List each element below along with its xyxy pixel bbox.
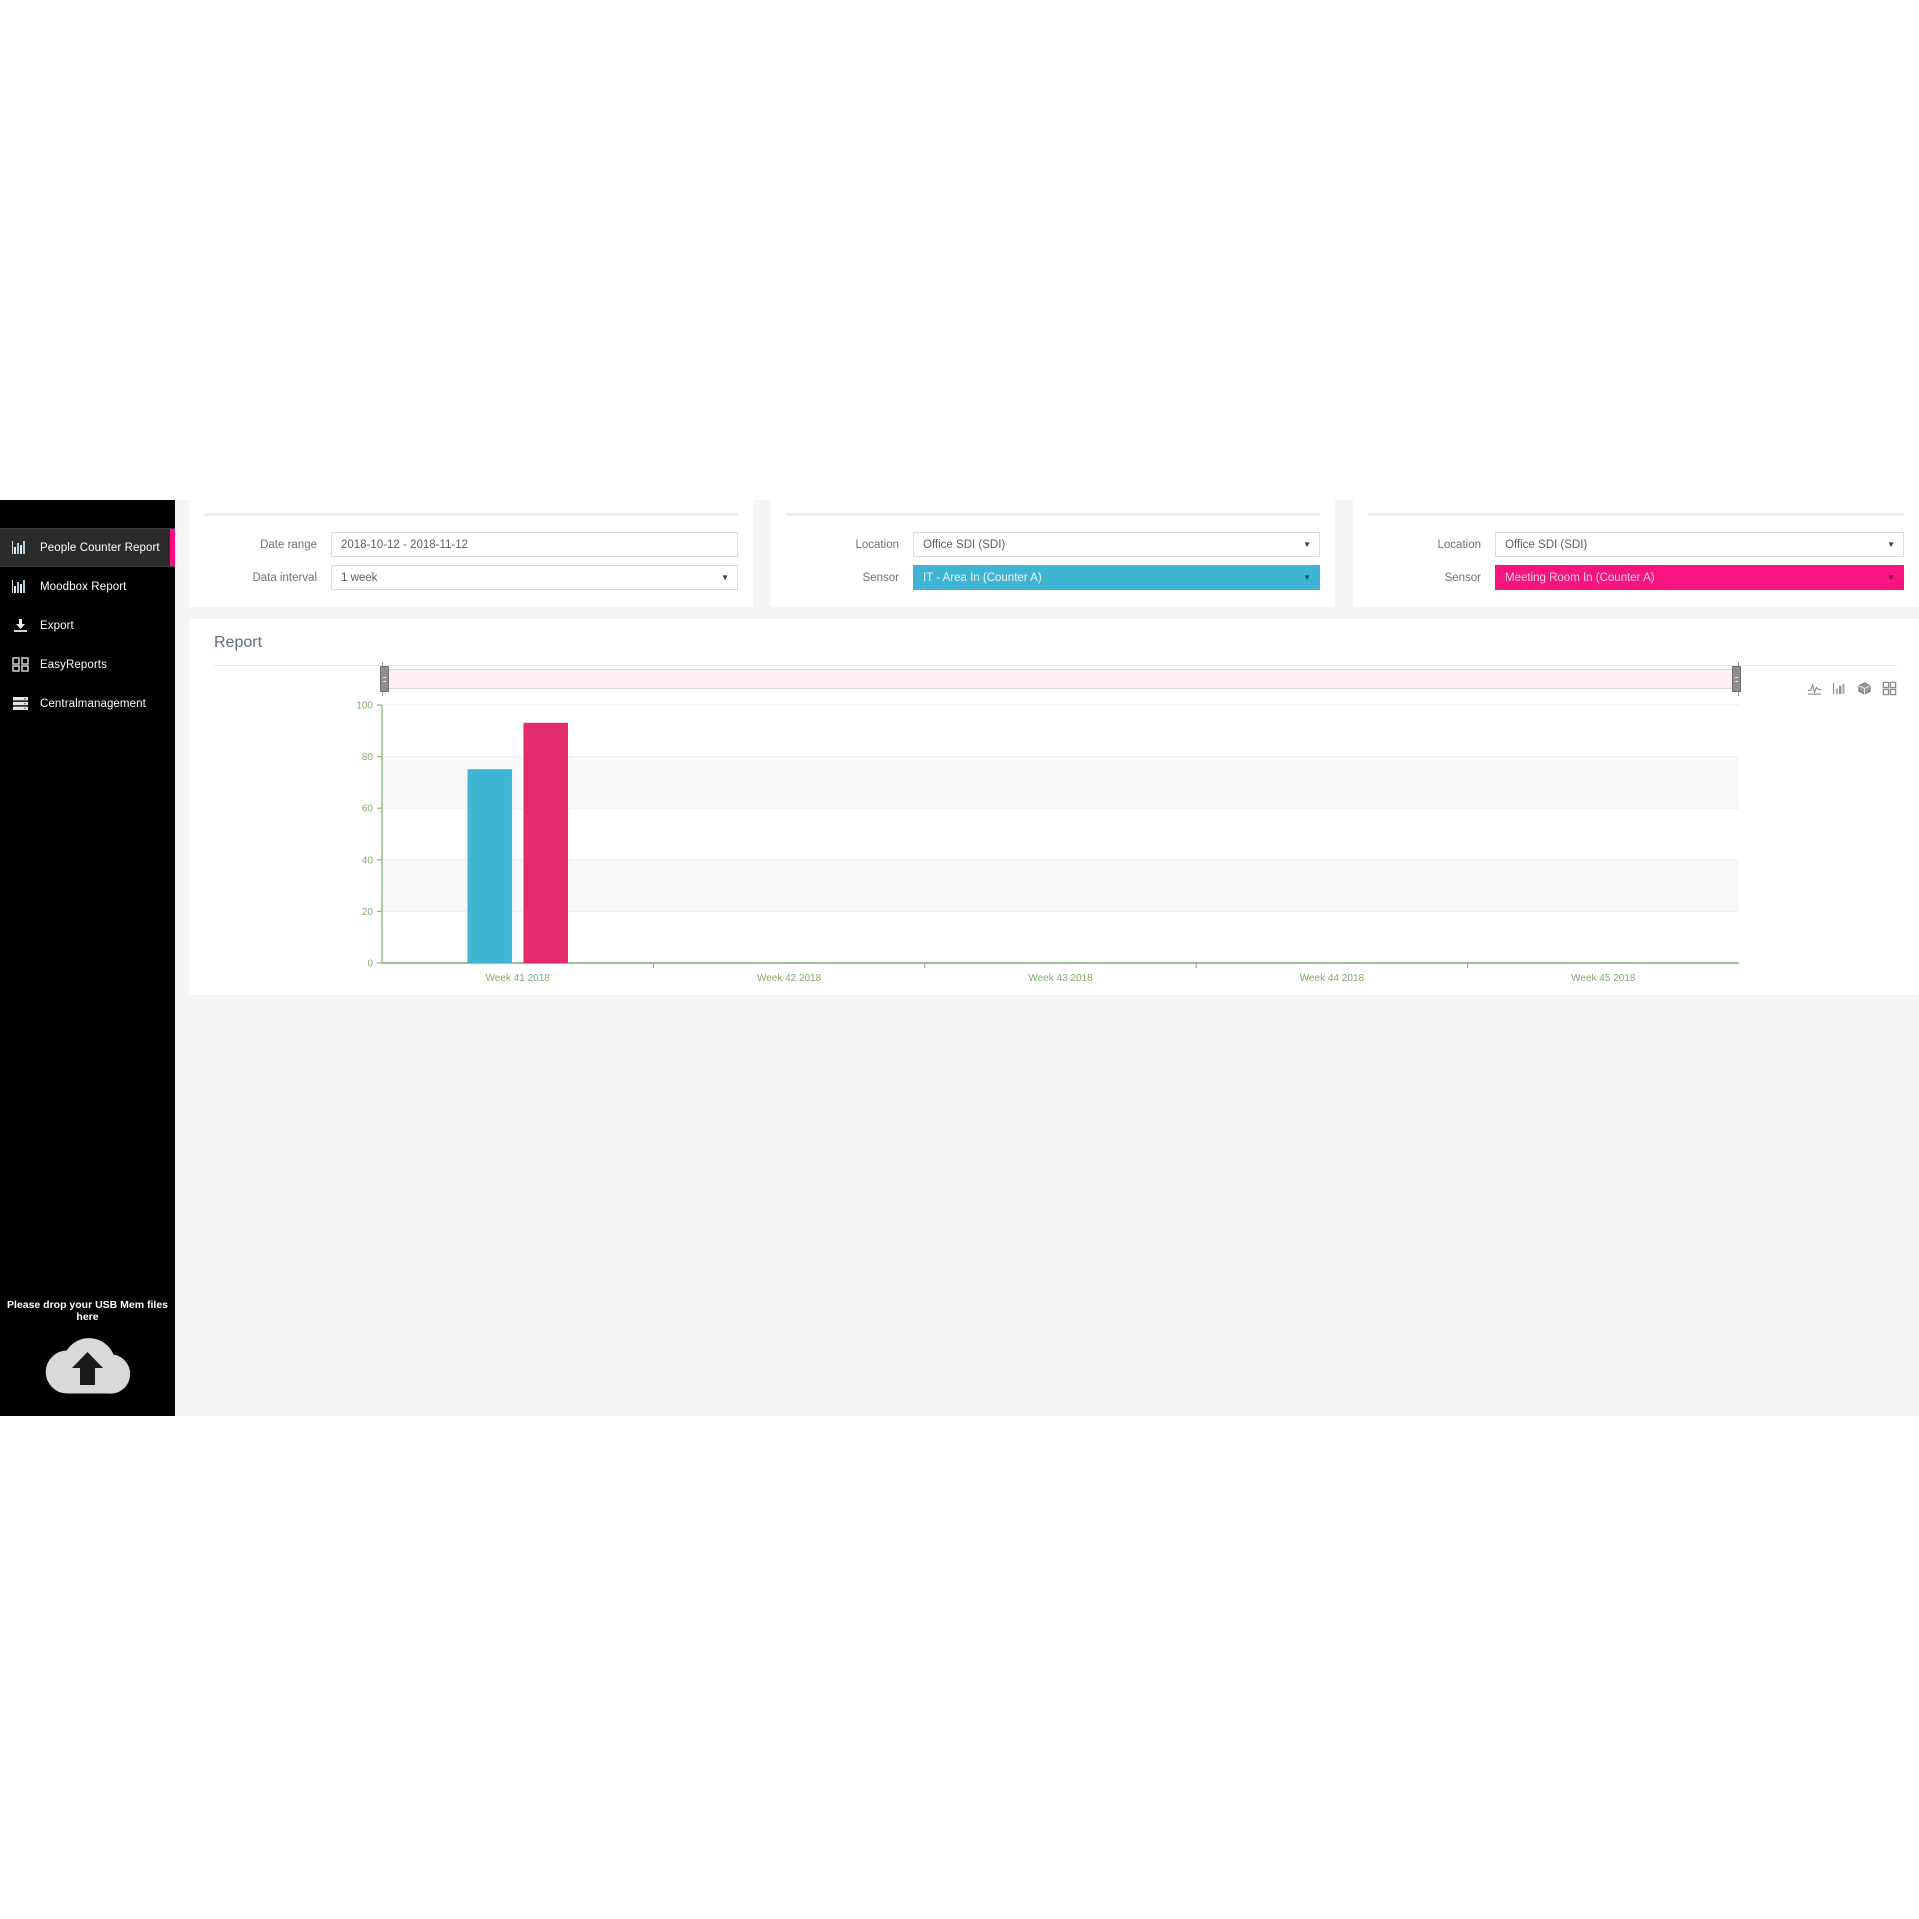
- sidebar-item-label: Centralmanagement: [40, 697, 146, 710]
- chart-bar[interactable]: [467, 769, 512, 964]
- sidebar-item-moodbox-report[interactable]: Moodbox Report: [0, 567, 175, 606]
- navigator-handle-right[interactable]: [1732, 666, 1741, 692]
- location-row-a: Location Office SDI (SDI) ▼: [786, 528, 1320, 561]
- x-axis-tick-label: Week 44 2018: [1300, 973, 1365, 984]
- sensor-row-b: Sensor Meeting Room In (Counter A) ▼: [1368, 561, 1904, 594]
- chart-bar[interactable]: [523, 722, 568, 964]
- sensor-select-b[interactable]: Meeting Room In (Counter A) ▼: [1495, 565, 1904, 590]
- bar-chart-icon: [12, 541, 25, 554]
- location-select-b[interactable]: Office SDI (SDI) ▼: [1495, 532, 1904, 557]
- sensor-value-b: Meeting Room In (Counter A): [1505, 571, 1655, 584]
- y-axis-tick-label: 0: [367, 959, 373, 970]
- report-card: Report 0 20 40 60 80 100 Week 41 2018 We…: [189, 619, 1919, 995]
- data-interval-value: 1 week: [341, 571, 378, 584]
- sidebar-item-label: People Counter Report: [40, 541, 160, 554]
- sensor-select-a[interactable]: IT - Area In (Counter A) ▼: [913, 565, 1320, 590]
- bar-chart-icon: [12, 580, 25, 593]
- x-axis-tick-label: Week 42 2018: [757, 973, 822, 984]
- sidebar-item-people-counter-report[interactable]: People Counter Report: [0, 528, 175, 567]
- y-axis-tick-label: 60: [362, 804, 374, 815]
- filter-panel-date: Date range 2018-10-12 - 2018-11-12 Data …: [189, 500, 753, 607]
- location-value-b: Office SDI (SDI): [1505, 538, 1588, 551]
- cloud-upload-icon: [45, 1338, 130, 1394]
- sidebar-item-easyreports[interactable]: EasyReports: [0, 645, 175, 684]
- navigator-handle-left[interactable]: [380, 666, 389, 692]
- chart-plot-area: 0 20 40 60 80 100 Week 41 2018 Week 42 2018 Week…: [189, 619, 1919, 995]
- download-icon: [14, 619, 27, 632]
- x-axis-tick-label: Week 41 2018: [486, 973, 551, 984]
- sensor-label-b: Sensor: [1444, 571, 1481, 584]
- usb-dropzone-label: Please drop your USB Mem files here: [6, 1299, 169, 1323]
- sidebar-item-export[interactable]: Export: [0, 606, 175, 645]
- date-range-value: 2018-10-12 - 2018-11-12: [341, 538, 469, 551]
- date-range-input[interactable]: 2018-10-12 - 2018-11-12: [331, 532, 738, 557]
- sidebar-nav-list: People Counter Report Moodbox Report Exp…: [0, 500, 175, 723]
- x-axis-tick-label: Week 43 2018: [1028, 973, 1093, 984]
- chevron-down-icon: ▼: [1887, 539, 1895, 549]
- sidebar: People Counter Report Moodbox Report Exp…: [0, 500, 175, 1416]
- chevron-down-icon: ▼: [1887, 572, 1895, 582]
- y-axis-tick-label: 100: [356, 701, 373, 712]
- chevron-down-icon: ▼: [721, 572, 729, 582]
- y-axis-tick-label: 40: [362, 855, 374, 866]
- usb-dropzone[interactable]: Please drop your USB Mem files here: [0, 1299, 175, 1396]
- navigator-outline: [382, 669, 1739, 689]
- data-interval-label: Data interval: [252, 571, 317, 584]
- sensor-row-a: Sensor IT - Area In (Counter A) ▼: [786, 561, 1320, 594]
- server-list-icon: [13, 697, 28, 710]
- data-interval-select[interactable]: 1 week ▼: [331, 565, 738, 590]
- sidebar-item-label: Moodbox Report: [40, 580, 127, 593]
- location-label-b: Location: [1437, 538, 1481, 551]
- chevron-down-icon: ▼: [1303, 572, 1311, 582]
- grid-squares-icon: [12, 657, 29, 672]
- location-select-a[interactable]: Office SDI (SDI) ▼: [913, 532, 1320, 557]
- date-range-row: Date range 2018-10-12 - 2018-11-12: [204, 528, 738, 561]
- y-axis-tick-label: 80: [362, 752, 374, 763]
- filter-panel-sensor-a: Location Office SDI (SDI) ▼ Sensor IT - …: [771, 500, 1335, 607]
- date-range-label: Date range: [260, 538, 317, 551]
- y-axis-tick-label: 20: [362, 907, 374, 918]
- application-root: People Counter Report Moodbox Report Exp…: [0, 0, 1919, 1919]
- filters-row: Date range 2018-10-12 - 2018-11-12 Data …: [189, 500, 1919, 607]
- sensor-value-a: IT - Area In (Counter A): [923, 571, 1042, 584]
- sidebar-item-label: EasyReports: [40, 658, 107, 671]
- sensor-label-a: Sensor: [862, 571, 899, 584]
- location-row-b: Location Office SDI (SDI) ▼: [1368, 528, 1904, 561]
- data-interval-row: Data interval 1 week ▼: [204, 561, 738, 594]
- x-axis-tick-label: Week 45 2018: [1571, 973, 1636, 984]
- sidebar-item-label: Export: [40, 619, 74, 632]
- location-value-a: Office SDI (SDI): [923, 538, 1006, 551]
- filter-panel-sensor-b: Location Office SDI (SDI) ▼ Sensor Meeti…: [1353, 500, 1919, 607]
- chart-range-navigator[interactable]: [380, 662, 1741, 696]
- location-label-a: Location: [855, 538, 899, 551]
- sidebar-item-centralmanagement[interactable]: Centralmanagement: [0, 684, 175, 723]
- page-body: People Counter Report Moodbox Report Exp…: [0, 500, 1919, 1416]
- chevron-down-icon: ▼: [1303, 539, 1311, 549]
